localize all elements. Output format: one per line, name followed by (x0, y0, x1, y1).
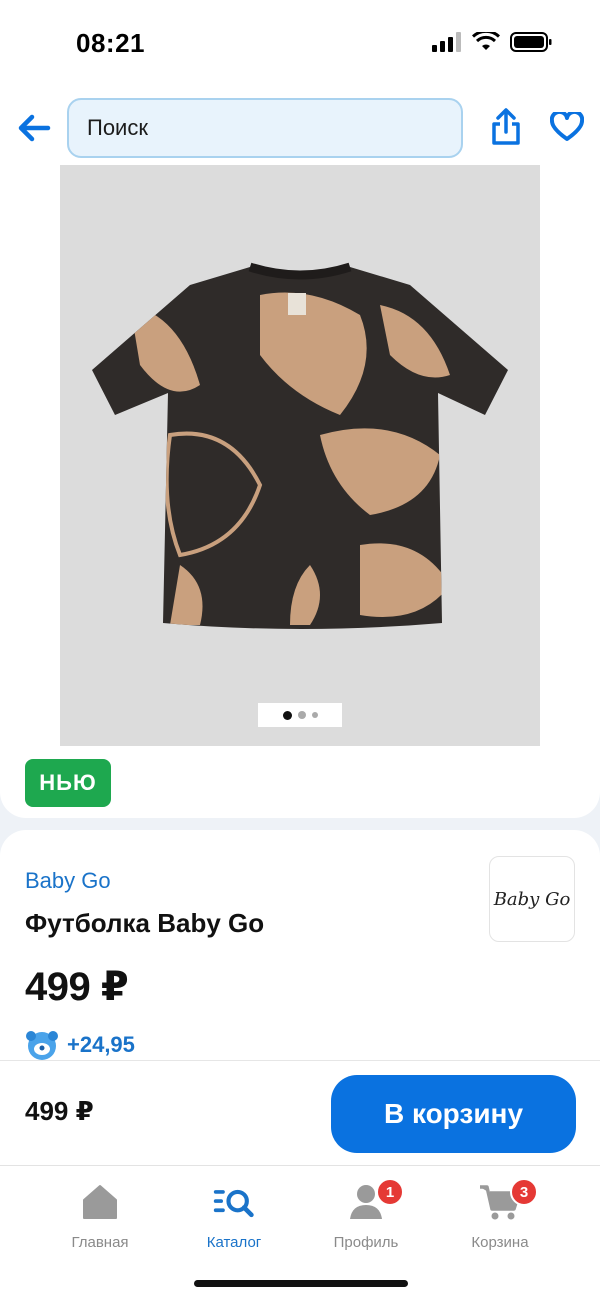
new-badge: НЬЮ (25, 759, 111, 807)
tab-label: Каталог (206, 1234, 262, 1251)
tab-label: Корзина (471, 1234, 529, 1251)
add-to-cart-button[interactable]: В корзину (331, 1075, 576, 1153)
tab-profile[interactable]: 1 Профиль (306, 1178, 426, 1262)
pagination-dot (311, 712, 318, 718)
back-button[interactable] (14, 106, 54, 150)
home-indicator (194, 1280, 408, 1287)
status-time: 08:21 (76, 28, 145, 58)
catalog-search-icon (212, 1182, 256, 1222)
signal-icon (432, 32, 461, 52)
cart-count-badge: 3 (510, 1178, 538, 1206)
buy-bar-price: 499 ₽ (25, 1096, 94, 1126)
bottom-tab-bar: Главная Каталог 1 Профиль 3 Корзина (0, 1166, 600, 1266)
bonus-bear-icon (26, 1031, 58, 1060)
cart-icon: 3 (478, 1178, 538, 1222)
tab-label: Главная (71, 1234, 129, 1251)
product-photo[interactable] (60, 165, 540, 746)
product-title: Футболка Baby Go (25, 908, 265, 938)
pagination-dot-active (282, 710, 292, 720)
search-row: Поиск (0, 96, 600, 160)
product-price: 499 ₽ (25, 965, 129, 1009)
status-icons (432, 32, 552, 52)
tab-label: Профиль (333, 1234, 399, 1251)
profile-icon: 1 (344, 1178, 404, 1222)
home-icon (78, 1182, 122, 1222)
share-icon (492, 108, 520, 145)
battery-icon (510, 32, 552, 52)
tab-catalog[interactable]: Каталог (174, 1182, 294, 1262)
status-bar: 08:21 (0, 0, 600, 90)
heart-icon (550, 112, 584, 141)
brand-link[interactable]: Baby Go (25, 868, 111, 894)
tshirt-image (92, 262, 508, 629)
share-button[interactable] (487, 104, 525, 150)
bonus-row: +24,95 (25, 1028, 135, 1062)
favorite-button[interactable] (546, 106, 588, 148)
product-header-card: 08:21 Поиск НЬЮ (0, 0, 600, 818)
tab-home[interactable]: Главная (40, 1182, 160, 1262)
bonus-points: +24,95 (67, 1032, 135, 1057)
divider (0, 1060, 600, 1061)
wifi-icon (472, 32, 500, 50)
tab-cart[interactable]: 3 Корзина (440, 1178, 560, 1262)
pagination-dot (297, 711, 306, 719)
gallery-pagination[interactable] (258, 703, 342, 727)
arrow-left-icon (18, 114, 51, 142)
profile-notification-badge: 1 (376, 1178, 404, 1206)
brand-logo[interactable]: Baby Go (489, 856, 575, 942)
search-input[interactable]: Поиск (67, 98, 463, 158)
